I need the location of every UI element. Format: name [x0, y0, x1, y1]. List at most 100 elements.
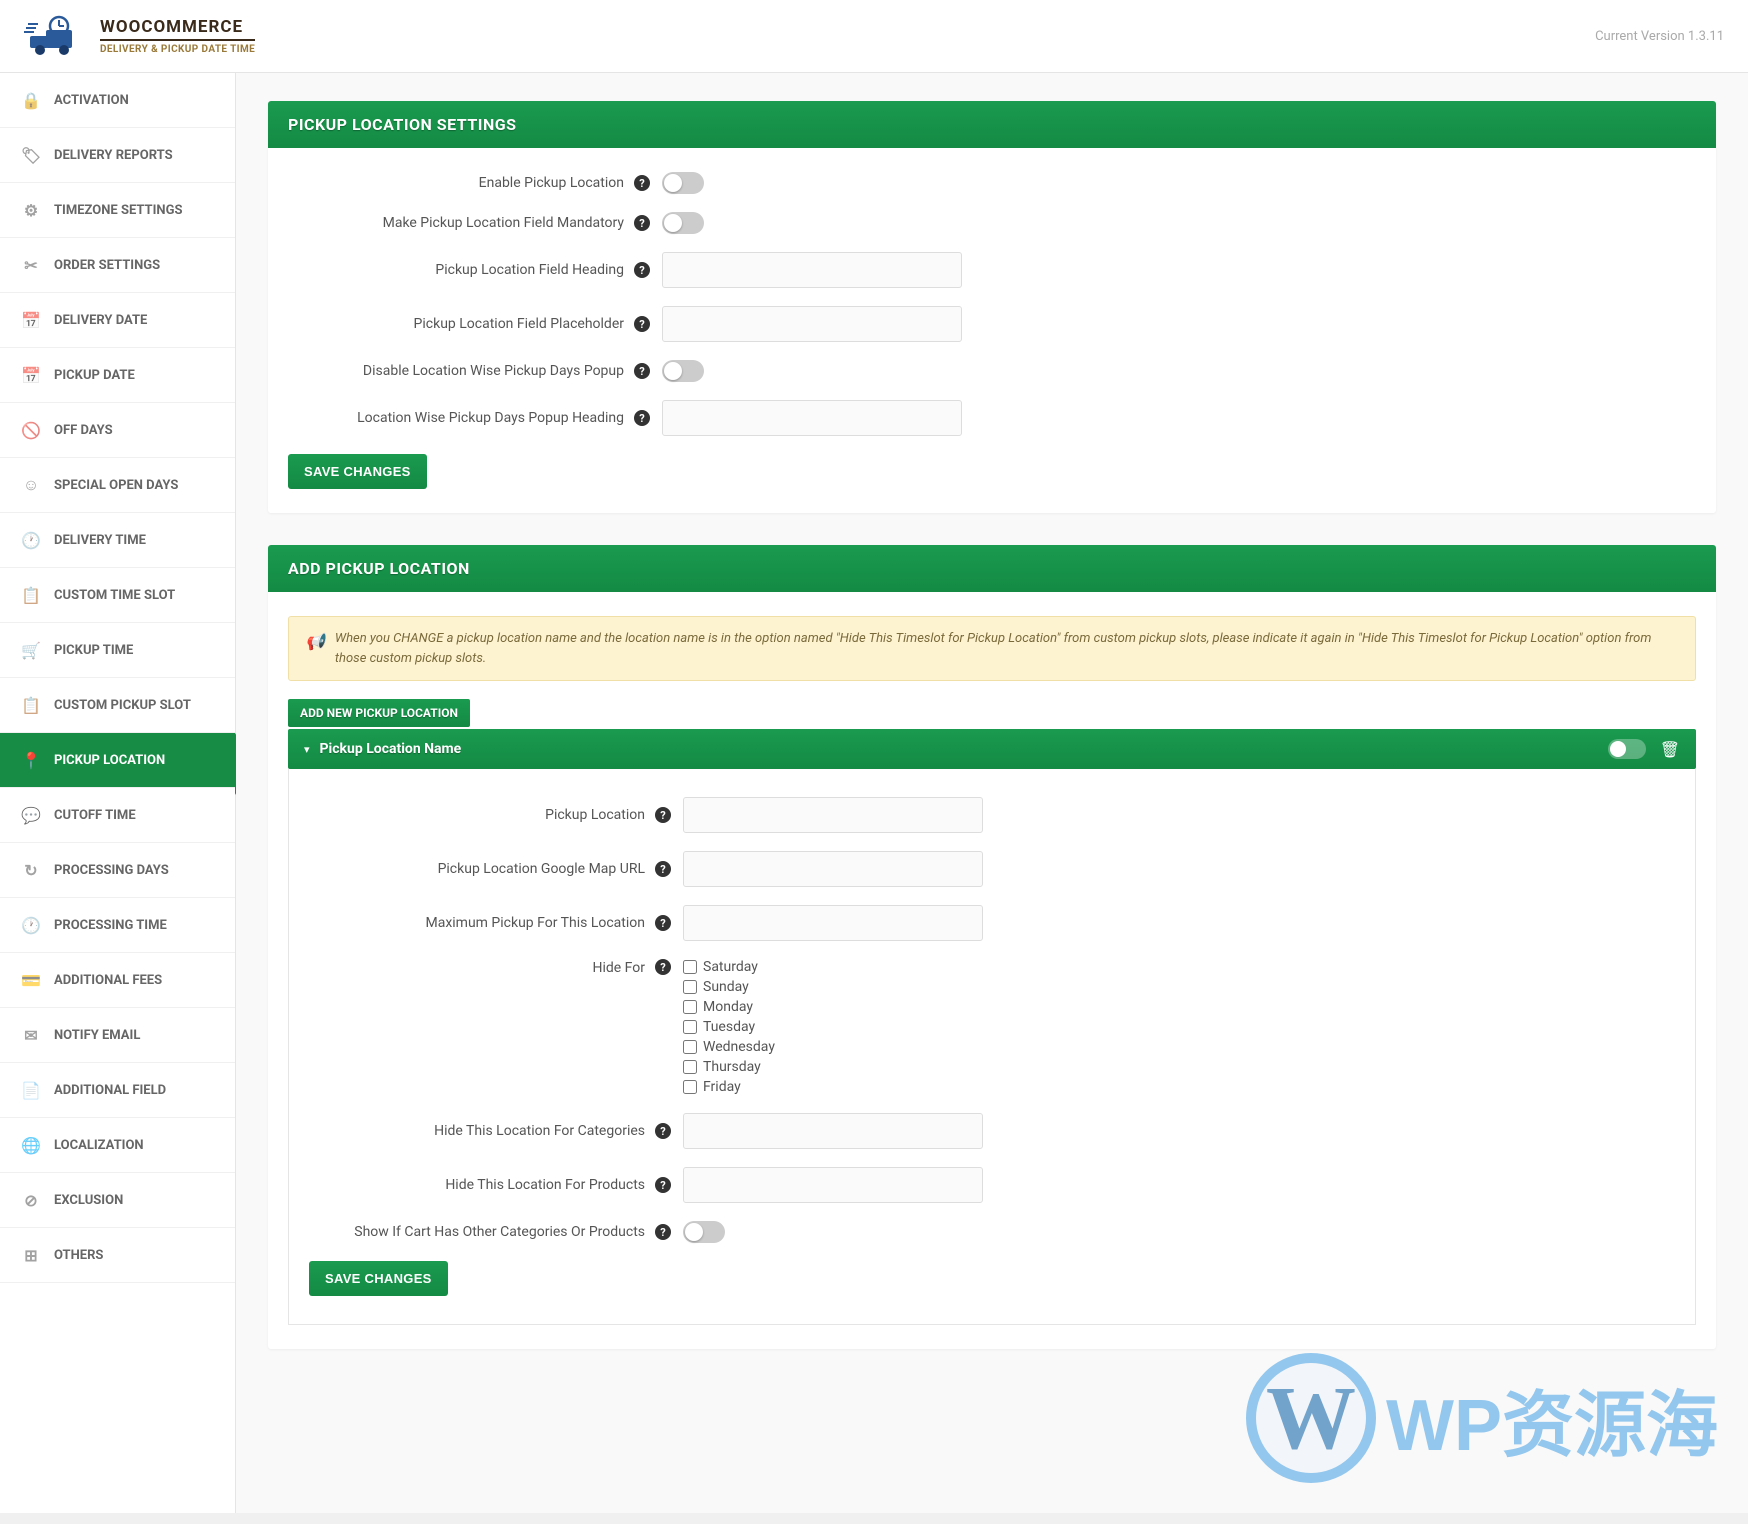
- heading-input[interactable]: [662, 252, 962, 288]
- trash-icon[interactable]: 🗑: [1660, 740, 1680, 759]
- panel-header: PICKUP LOCATION SETTINGS: [268, 101, 1716, 148]
- nav-icon: 🕐: [22, 916, 40, 934]
- hide-products-input[interactable]: [683, 1167, 983, 1203]
- day-checkbox-tuesday[interactable]: Tuesday: [683, 1019, 775, 1035]
- nav-icon: ↻: [22, 861, 40, 879]
- sidebar-item-pickup-location[interactable]: 📍PICKUP LOCATION: [0, 733, 235, 788]
- help-icon[interactable]: ?: [655, 1123, 671, 1139]
- disable-popup-label: Disable Location Wise Pickup Days Popup: [288, 362, 628, 380]
- sidebar-item-delivery-date[interactable]: 📅DELIVERY DATE: [0, 293, 235, 348]
- day-checkbox-friday[interactable]: Friday: [683, 1079, 775, 1095]
- hide-for-label: Hide For: [309, 959, 649, 977]
- nav-label: SPECIAL OPEN DAYS: [54, 478, 178, 493]
- nav-icon: ⊞: [22, 1246, 40, 1264]
- help-icon[interactable]: ?: [634, 262, 650, 278]
- help-icon[interactable]: ?: [655, 959, 671, 975]
- nav-label: ADDITIONAL FIELD: [54, 1083, 166, 1098]
- sidebar-item-special-open-days[interactable]: ☺ SPECIAL OPEN DAYS: [0, 458, 235, 513]
- day-checkbox-input[interactable]: [683, 1020, 697, 1034]
- day-checkbox-thursday[interactable]: Thursday: [683, 1059, 775, 1075]
- accordion-body: Pickup Location ? Pickup Location Google…: [288, 769, 1696, 1325]
- notice-text: When you CHANGE a pickup location name a…: [335, 629, 1679, 668]
- sidebar-item-off-days[interactable]: 🚫OFF DAYS: [0, 403, 235, 458]
- help-icon[interactable]: ?: [655, 1224, 671, 1240]
- sidebar-item-additional-field[interactable]: 📄ADDITIONAL FIELD: [0, 1063, 235, 1118]
- day-checkbox-input[interactable]: [683, 1080, 697, 1094]
- day-label: Monday: [703, 999, 753, 1015]
- location-enable-toggle[interactable]: [1608, 739, 1646, 759]
- disable-popup-toggle[interactable]: [662, 360, 704, 382]
- day-checkbox-input[interactable]: [683, 1000, 697, 1014]
- help-icon[interactable]: ?: [655, 915, 671, 931]
- day-checkbox-input[interactable]: [683, 960, 697, 974]
- nav-icon: 🚫: [22, 421, 40, 439]
- day-checkbox-wednesday[interactable]: Wednesday: [683, 1039, 775, 1055]
- add-location-panel: ADD PICKUP LOCATION 📢 When you CHANGE a …: [268, 545, 1716, 1349]
- nav-icon: 📍: [22, 751, 40, 769]
- sidebar-item-processing-time[interactable]: 🕐 PROCESSING TIME: [0, 898, 235, 953]
- enable-toggle[interactable]: [662, 172, 704, 194]
- show-if-toggle[interactable]: [683, 1221, 725, 1243]
- nav-icon: ☺: [22, 476, 40, 494]
- sidebar-item-delivery-reports[interactable]: 🏷DELIVERY REPORTS: [0, 128, 235, 183]
- location-label: Pickup Location: [309, 806, 649, 824]
- sidebar-item-exclusion[interactable]: ⊘EXCLUSION: [0, 1173, 235, 1228]
- sidebar-item-processing-days[interactable]: ↻PROCESSING DAYS: [0, 843, 235, 898]
- help-icon[interactable]: ?: [655, 807, 671, 823]
- panel-header: ADD PICKUP LOCATION: [268, 545, 1716, 592]
- help-icon[interactable]: ?: [655, 861, 671, 877]
- map-url-label: Pickup Location Google Map URL: [309, 860, 649, 878]
- day-checkbox-sunday[interactable]: Sunday: [683, 979, 775, 995]
- content: PICKUP LOCATION SETTINGS Enable Pickup L…: [236, 73, 1748, 1513]
- help-icon[interactable]: ?: [634, 215, 650, 231]
- sidebar-item-others[interactable]: ⊞OTHERS: [0, 1228, 235, 1283]
- logo: WOOCOMMERCE DELIVERY & PICKUP DATE TIME: [24, 12, 255, 60]
- day-checkbox-input[interactable]: [683, 1060, 697, 1074]
- day-label: Tuesday: [703, 1019, 755, 1035]
- help-icon[interactable]: ?: [634, 316, 650, 332]
- sidebar-item-cutoff-time[interactable]: 💬CUTOFF TIME: [0, 788, 235, 843]
- hide-products-label: Hide This Location For Products: [309, 1176, 649, 1194]
- sidebar-item-localization[interactable]: 🌐LOCALIZATION: [0, 1118, 235, 1173]
- save-button[interactable]: SAVE CHANGES: [288, 454, 427, 489]
- hide-categories-input[interactable]: [683, 1113, 983, 1149]
- nav-label: PROCESSING TIME: [54, 918, 167, 933]
- mandatory-toggle[interactable]: [662, 212, 704, 234]
- sidebar-item-delivery-time[interactable]: 🕐DELIVERY TIME: [0, 513, 235, 568]
- location-accordion-header[interactable]: ▾ Pickup Location Name 🗑: [288, 729, 1696, 769]
- sidebar-item-additional-fees[interactable]: 💳ADDITIONAL FEES: [0, 953, 235, 1008]
- max-pickup-input[interactable]: [683, 905, 983, 941]
- nav-icon: 🏷: [22, 146, 40, 164]
- help-icon[interactable]: ?: [634, 175, 650, 191]
- nav-label: DELIVERY DATE: [54, 313, 147, 328]
- sidebar-item-order-settings[interactable]: ✂ORDER SETTINGS: [0, 238, 235, 293]
- sidebar-item-custom-time-slot[interactable]: 📋CUSTOM TIME SLOT: [0, 568, 235, 623]
- sidebar-item-pickup-time[interactable]: 🛒PICKUP TIME: [0, 623, 235, 678]
- sidebar-item-pickup-date[interactable]: 📅PICKUP DATE: [0, 348, 235, 403]
- logo-subtitle: DELIVERY & PICKUP DATE TIME: [100, 39, 255, 55]
- nav-icon: ✂: [22, 256, 40, 274]
- sidebar-item-notify-email[interactable]: ✉NOTIFY EMAIL: [0, 1008, 235, 1063]
- popup-heading-input[interactable]: [662, 400, 962, 436]
- sidebar-item-activation[interactable]: 🔒ACTIVATION: [0, 73, 235, 128]
- help-icon[interactable]: ?: [634, 363, 650, 379]
- help-icon[interactable]: ?: [655, 1177, 671, 1193]
- location-input[interactable]: [683, 797, 983, 833]
- sidebar-item-timezone-settings[interactable]: ⚙TIMEZONE SETTINGS: [0, 183, 235, 238]
- enable-label: Enable Pickup Location: [288, 174, 628, 192]
- day-checkbox-input[interactable]: [683, 980, 697, 994]
- nav-label: NOTIFY EMAIL: [54, 1028, 140, 1043]
- map-url-input[interactable]: [683, 851, 983, 887]
- add-new-location-button[interactable]: ADD NEW PICKUP LOCATION: [288, 699, 470, 727]
- help-icon[interactable]: ?: [634, 410, 650, 426]
- logo-icon: [24, 12, 88, 60]
- save-button[interactable]: SAVE CHANGES: [309, 1261, 448, 1296]
- nav-icon: 🔒: [22, 91, 40, 109]
- day-checkbox-monday[interactable]: Monday: [683, 999, 775, 1015]
- nav-icon: 🕐: [22, 531, 40, 549]
- day-checkbox-saturday[interactable]: Saturday: [683, 959, 775, 975]
- placeholder-input[interactable]: [662, 306, 962, 342]
- day-checkbox-input[interactable]: [683, 1040, 697, 1054]
- sidebar-item-custom-pickup-slot[interactable]: 📋CUSTOM PICKUP SLOT: [0, 678, 235, 733]
- max-pickup-label: Maximum Pickup For This Location: [309, 914, 649, 932]
